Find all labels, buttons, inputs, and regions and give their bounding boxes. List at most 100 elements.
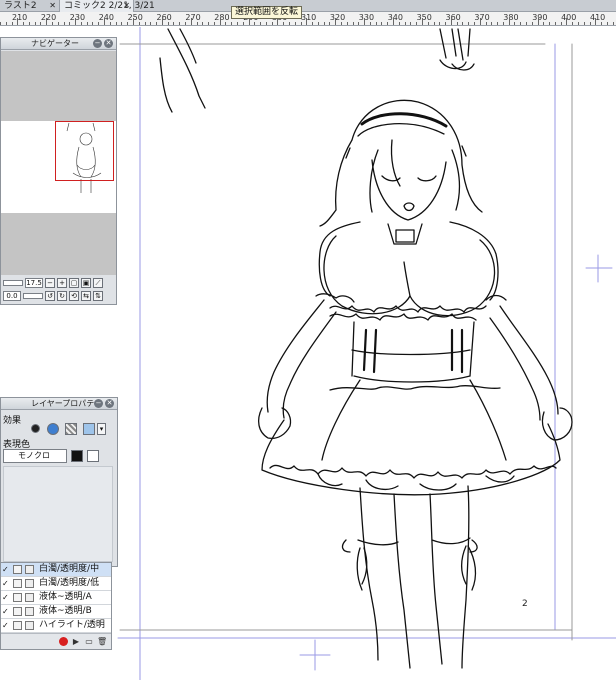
ruler-tick bbox=[46, 18, 48, 25]
visibility-check-icon[interactable]: ✓ bbox=[2, 579, 10, 588]
record-icon[interactable] bbox=[59, 637, 68, 646]
ruler-tick bbox=[416, 22, 418, 25]
ruler-tick bbox=[312, 22, 314, 25]
lock-icon[interactable] bbox=[13, 621, 22, 630]
document-tab-illust[interactable]: ラスト2 ✕ bbox=[0, 0, 60, 12]
ruler-tick bbox=[202, 22, 204, 25]
layer-thumbnail bbox=[25, 593, 34, 602]
ruler-tick bbox=[63, 22, 65, 25]
reset-rotation-icon[interactable]: ⟲ bbox=[69, 290, 79, 301]
lock-icon[interactable] bbox=[13, 593, 22, 602]
chevron-down-icon[interactable]: ▾ bbox=[97, 423, 106, 435]
ruler-tick bbox=[352, 22, 354, 25]
ruler-tick bbox=[508, 18, 510, 25]
rotation-value[interactable]: 0.0 bbox=[3, 290, 21, 301]
ruler-tick bbox=[329, 22, 331, 25]
ruler-tick bbox=[289, 22, 290, 25]
white-color-icon[interactable] bbox=[87, 450, 99, 462]
rotate-left-icon[interactable]: ↺ bbox=[45, 290, 55, 301]
ruler-tick bbox=[260, 22, 262, 25]
watercolor-effect-icon[interactable] bbox=[47, 423, 59, 435]
minimize-icon[interactable]: − bbox=[93, 39, 102, 48]
ruler-tick bbox=[208, 22, 210, 25]
black-color-icon[interactable] bbox=[71, 450, 83, 462]
ruler-tick bbox=[219, 18, 221, 25]
ruler-tick bbox=[271, 22, 273, 25]
ruler-tick bbox=[421, 18, 423, 25]
ruler-tick bbox=[323, 22, 325, 25]
ruler-tick bbox=[109, 22, 111, 25]
border-effect-icon[interactable] bbox=[31, 424, 40, 433]
ruler-tick bbox=[138, 22, 140, 25]
ruler-tick bbox=[468, 22, 470, 25]
flip-horizontal-icon[interactable]: ⇆ bbox=[81, 290, 91, 301]
ruler-tick bbox=[86, 22, 88, 25]
ruler-tick bbox=[150, 22, 152, 25]
flip-icon[interactable]: ⟋ bbox=[93, 277, 103, 288]
flip-vertical-icon[interactable]: ⇅ bbox=[93, 290, 103, 301]
lock-icon[interactable] bbox=[13, 565, 22, 574]
rotation-slider[interactable] bbox=[23, 292, 43, 299]
ruler-tick bbox=[213, 22, 215, 25]
ruler-tick bbox=[473, 22, 475, 25]
layer-row[interactable]: ✓ ハイライト/透明 bbox=[1, 619, 111, 633]
lock-icon[interactable] bbox=[13, 607, 22, 616]
play-icon[interactable]: ▶ bbox=[71, 637, 81, 647]
ruler-tick bbox=[583, 22, 585, 25]
ruler-tick bbox=[40, 22, 42, 25]
trash-icon[interactable]: 🗑 bbox=[97, 637, 107, 647]
ruler-tick bbox=[196, 22, 198, 25]
zoom-slider[interactable] bbox=[3, 279, 23, 286]
tone-effect-icon[interactable] bbox=[65, 423, 77, 435]
close-icon[interactable]: ✕ bbox=[49, 0, 56, 12]
layer-row[interactable]: ✓ 白濁/透明度/低 bbox=[1, 577, 111, 591]
ruler-tick bbox=[358, 22, 360, 25]
ruler-tick bbox=[317, 22, 319, 25]
lock-icon[interactable] bbox=[13, 579, 22, 588]
visibility-check-icon[interactable]: ✓ bbox=[2, 593, 10, 602]
ruler-label: 390 bbox=[532, 13, 548, 22]
ruler-tick bbox=[294, 22, 296, 25]
navigator-title-bar[interactable]: ナビゲーター − ✕ bbox=[1, 38, 116, 50]
rotate-right-icon[interactable]: ↻ bbox=[57, 290, 67, 301]
close-icon[interactable]: ✕ bbox=[123, 0, 130, 12]
layer-color-icon[interactable] bbox=[83, 423, 95, 435]
layer-row[interactable]: ✓ 液体~透明/B bbox=[1, 605, 111, 619]
zoom-value[interactable]: 17.5 bbox=[25, 277, 43, 288]
ruler-label: 250 bbox=[127, 13, 143, 22]
ruler-tick bbox=[231, 22, 233, 25]
ruler-tick bbox=[121, 22, 123, 25]
visibility-check-icon[interactable]: ✓ bbox=[2, 607, 10, 616]
ruler-tick bbox=[525, 22, 527, 25]
layer-thumbnail bbox=[25, 565, 34, 574]
ruler-tick bbox=[341, 22, 343, 25]
close-icon[interactable]: ✕ bbox=[105, 399, 114, 408]
navigator-view-frame[interactable] bbox=[55, 121, 114, 181]
actual-size-icon[interactable]: ▣ bbox=[81, 277, 91, 288]
layer-list: ✓ 白濁/透明度/中 ✓ 白濁/透明度/低 ✓ 液体~透明/A ✓ 液体~透明/B ✓ ハイライト… bbox=[0, 562, 112, 650]
layer-name: ハイライト/透明 bbox=[39, 620, 105, 630]
ruler-tick bbox=[23, 22, 25, 25]
layer-row[interactable]: ✓ 液体~透明/A bbox=[1, 591, 111, 605]
zoom-out-icon[interactable]: − bbox=[45, 277, 55, 288]
expression-color-select[interactable]: モノクロ bbox=[3, 449, 67, 463]
layer-name: 白濁/透明度/低 bbox=[39, 578, 100, 588]
layer-name: 液体~透明/A bbox=[39, 592, 92, 602]
ruler-tick bbox=[17, 18, 19, 25]
document-tab-comic[interactable]: コミック2 2/21, 3/21 ✕ bbox=[60, 0, 155, 12]
layer-row[interactable]: ✓ 白濁/透明度/中 bbox=[1, 563, 111, 577]
ruler-tick bbox=[248, 18, 250, 25]
zoom-in-icon[interactable]: + bbox=[57, 277, 67, 288]
close-icon[interactable]: ✕ bbox=[104, 39, 113, 48]
folder-icon[interactable]: ▭ bbox=[84, 637, 94, 647]
layer-property-title-bar[interactable]: レイヤープロパティ − ✕ bbox=[1, 398, 117, 410]
visibility-check-icon[interactable]: ✓ bbox=[2, 621, 10, 630]
fit-icon[interactable]: ▢ bbox=[69, 277, 79, 288]
navigator-preview[interactable] bbox=[1, 51, 116, 275]
ruler-label: 240 bbox=[98, 13, 114, 22]
ruler-tick bbox=[537, 18, 539, 25]
minimize-icon[interactable]: − bbox=[94, 399, 103, 408]
ruler-tick bbox=[236, 22, 238, 25]
ruler-tick bbox=[34, 22, 36, 25]
visibility-check-icon[interactable]: ✓ bbox=[2, 565, 10, 574]
